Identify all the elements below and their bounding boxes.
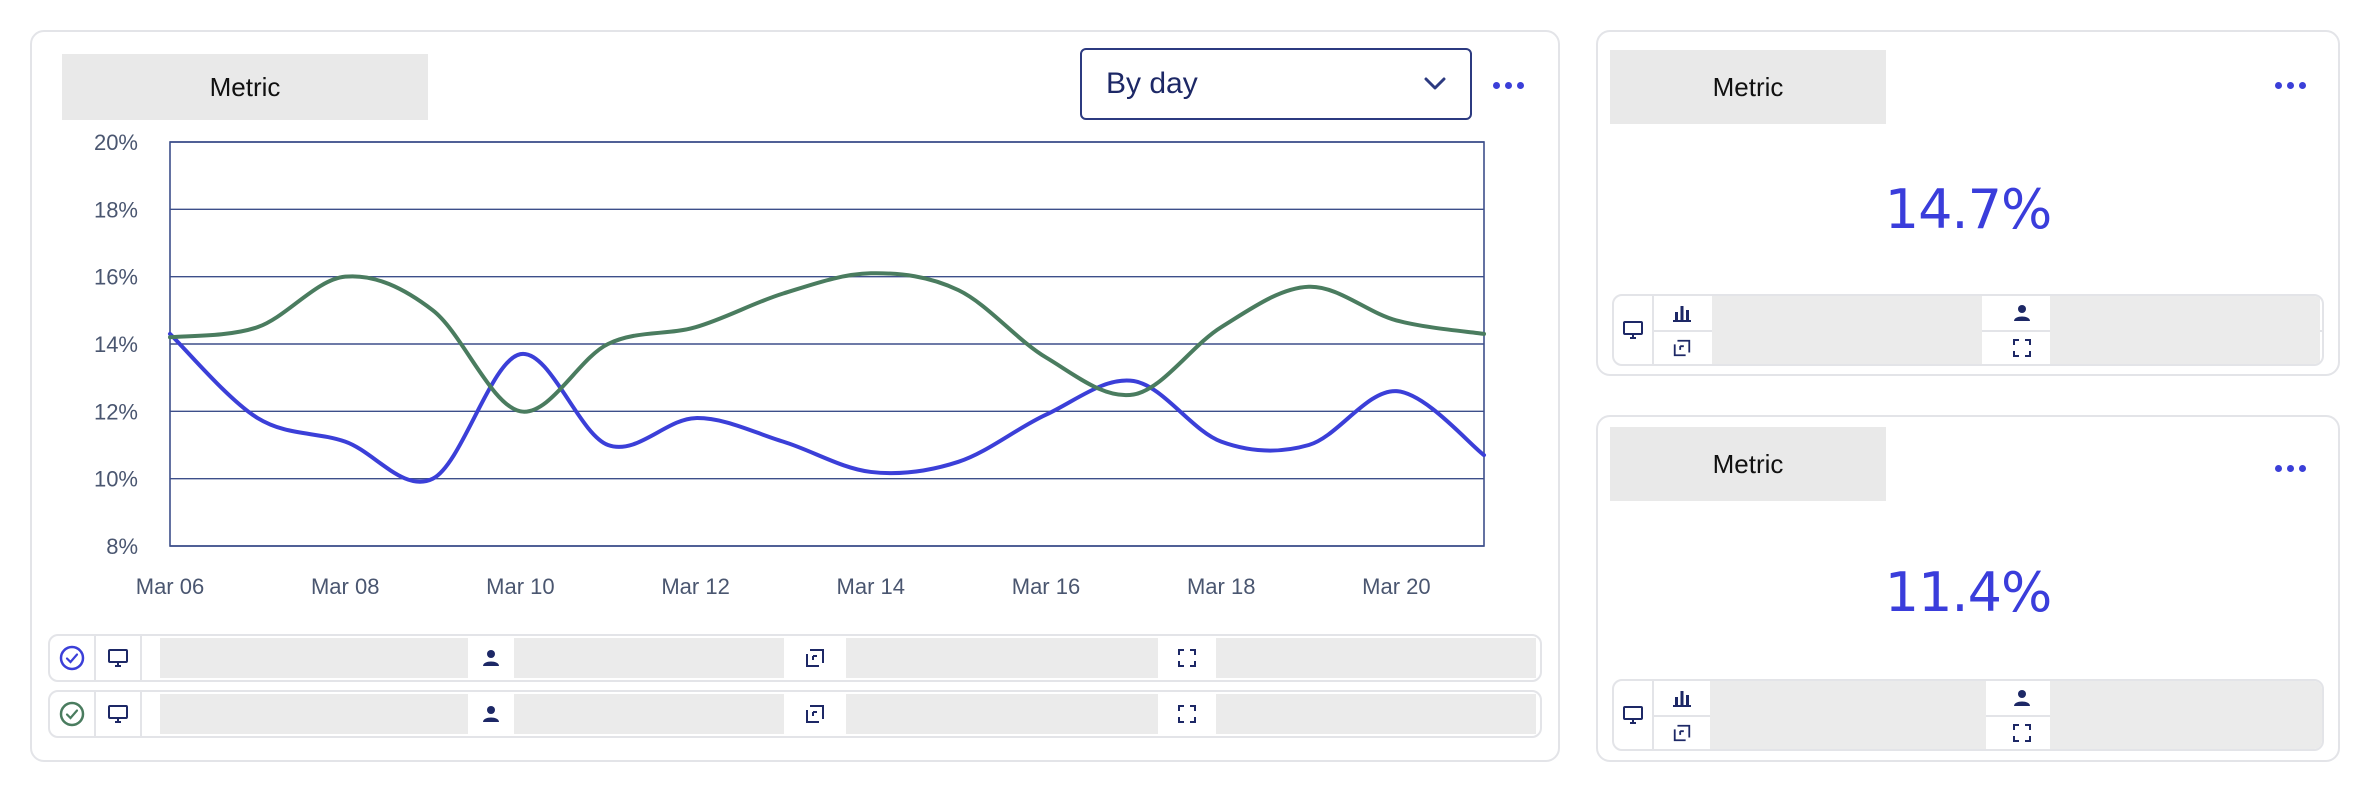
placeholder-field — [2050, 296, 2320, 364]
kpi-card: Metric 11.4% — [1596, 415, 2340, 762]
kpi-value: 11.4% — [1884, 561, 2053, 624]
x-tick-label: Mar 16 — [1012, 574, 1080, 599]
metric-label: Metric — [1610, 427, 1886, 501]
monitor-icon — [1614, 296, 1654, 364]
monitor-icon — [96, 692, 142, 736]
y-tick-label: 12% — [94, 399, 138, 424]
fullscreen-icon — [1158, 692, 1216, 736]
series-row[interactable] — [48, 690, 1542, 738]
fullscreen-icon — [1994, 717, 2050, 749]
x-tick-label: Mar 18 — [1187, 574, 1255, 599]
copy-frame-icon — [1654, 717, 1710, 749]
placeholder-field — [2050, 681, 2322, 749]
x-tick-label: Mar 12 — [661, 574, 729, 599]
series-line-1[interactable] — [168, 331, 1486, 484]
x-tick-label: Mar 20 — [1362, 574, 1430, 599]
chart-card: Metric By day 20% 18% 16% 14% 12% 10% 8% Mar 0… — [30, 30, 1560, 762]
bar-chart-icon — [1654, 682, 1710, 714]
metric-label: Metric — [1610, 50, 1886, 124]
placeholder-field — [514, 694, 784, 734]
y-tick-label: 20% — [94, 130, 138, 155]
placeholder-field — [846, 638, 1158, 678]
x-tick-label: Mar 14 — [837, 574, 905, 599]
check-circle-icon — [50, 636, 96, 680]
line-chart: 20% 18% 16% 14% 12% 10% 8% Mar 06 Mar 08 Mar 10 M… — [94, 130, 1486, 599]
x-tick-label: Mar 10 — [486, 574, 554, 599]
kpi-meta-strip[interactable] — [1612, 679, 2324, 751]
kpi-value: 14.7% — [1884, 178, 2053, 241]
y-tick-label: 16% — [94, 265, 138, 290]
y-tick-label: 10% — [94, 467, 138, 492]
y-tick-label: 14% — [94, 332, 138, 357]
check-circle-icon — [50, 692, 96, 736]
x-tick-label: Mar 06 — [136, 574, 204, 599]
placeholder-field — [1712, 296, 1982, 364]
copy-frame-icon — [784, 636, 846, 680]
placeholder-field — [514, 638, 784, 678]
kpi-card: Metric 14.7% — [1596, 30, 2340, 376]
monitor-icon — [1614, 681, 1654, 749]
x-tick-label: Mar 08 — [311, 574, 379, 599]
copy-frame-icon — [784, 692, 846, 736]
more-options-button[interactable] — [2268, 453, 2312, 483]
placeholder-field — [1216, 694, 1536, 734]
y-tick-label: 8% — [106, 534, 138, 559]
fullscreen-icon — [1994, 332, 2050, 364]
user-icon — [1994, 297, 2050, 329]
fullscreen-icon — [1158, 636, 1216, 680]
y-tick-label: 18% — [94, 197, 138, 222]
copy-frame-icon — [1654, 332, 1710, 364]
series-line-2[interactable] — [168, 271, 1486, 414]
placeholder-field — [846, 694, 1158, 734]
placeholder-field — [1216, 638, 1536, 678]
kpi-meta-strip[interactable] — [1612, 294, 2324, 366]
placeholder-field — [1710, 681, 1986, 749]
placeholder-field — [160, 694, 468, 734]
more-options-button[interactable] — [2268, 70, 2312, 100]
bar-chart-icon — [1654, 297, 1710, 329]
placeholder-field — [160, 638, 468, 678]
series-row[interactable] — [48, 634, 1542, 682]
user-icon — [468, 636, 514, 680]
user-icon — [1994, 682, 2050, 714]
monitor-icon — [96, 636, 142, 680]
user-icon — [468, 692, 514, 736]
